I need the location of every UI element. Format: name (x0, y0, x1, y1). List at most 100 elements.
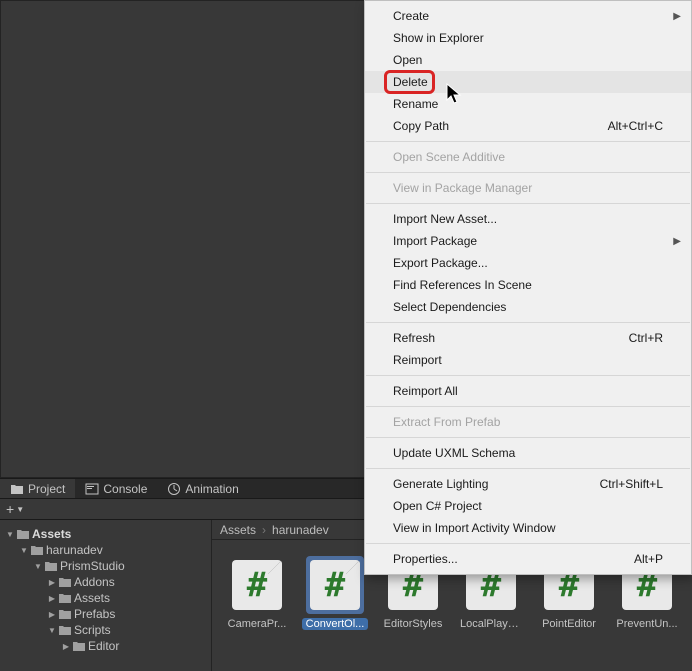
menu-label: Open C# Project (393, 499, 482, 513)
menu-label: Update UXML Schema (393, 446, 515, 460)
folder-icon (58, 592, 72, 604)
menu-item-view-in-import-activity-window[interactable]: View in Import Activity Window (365, 517, 691, 539)
tree-item[interactable]: ▶ Editor (0, 638, 211, 654)
tree-item[interactable]: ▶ Assets (0, 590, 211, 606)
menu-separator (366, 322, 690, 323)
menu-label: Open Scene Additive (393, 150, 505, 164)
folder-icon (30, 544, 44, 556)
folder-icon (58, 576, 72, 588)
tree-item[interactable]: ▼ PrismStudio (0, 558, 211, 574)
tree-item[interactable]: ▶ Prefabs (0, 606, 211, 622)
menu-label: Copy Path (393, 119, 449, 133)
add-button[interactable]: + ▼ (6, 501, 24, 517)
menu-item-find-references-in-scene[interactable]: Find References In Scene (365, 274, 691, 296)
menu-separator (366, 375, 690, 376)
chevron-right-icon: ▶ (673, 236, 681, 247)
breadcrumb-item[interactable]: harunadev (272, 523, 329, 537)
menu-label: Refresh (393, 331, 435, 345)
tree-label: Editor (88, 639, 119, 653)
asset-thumbnail: # (228, 556, 286, 614)
breadcrumb-item[interactable]: Assets (220, 523, 256, 537)
foldout-closed-icon[interactable]: ▶ (60, 642, 72, 651)
menu-item-copy-path[interactable]: Copy Path Alt+Ctrl+C (365, 115, 691, 137)
menu-label: Import New Asset... (393, 212, 497, 226)
menu-shortcut: Alt+Ctrl+C (608, 119, 663, 133)
foldout-closed-icon[interactable]: ▶ (46, 594, 58, 603)
tree-label: Scripts (74, 623, 111, 637)
tab-animation[interactable]: Animation (157, 479, 248, 498)
menu-separator (366, 203, 690, 204)
chevron-right-icon: › (262, 523, 266, 537)
foldout-open-icon[interactable]: ▼ (46, 626, 58, 635)
menu-label: Create (393, 9, 429, 23)
dropdown-icon: ▼ (16, 505, 24, 514)
menu-shortcut: Alt+P (634, 552, 663, 566)
menu-item-refresh[interactable]: Refresh Ctrl+R (365, 327, 691, 349)
tree-label: Prefabs (74, 607, 115, 621)
menu-item-export-package[interactable]: Export Package... (365, 252, 691, 274)
asset-label: PointEditor (536, 618, 602, 630)
folder-icon (44, 560, 58, 572)
tree-label: Assets (32, 527, 71, 541)
menu-item-show-in-explorer[interactable]: Show in Explorer (365, 27, 691, 49)
menu-label: Import Package (393, 234, 477, 248)
menu-item-open[interactable]: Open (365, 49, 691, 71)
asset-label: ConvertOl... (302, 618, 368, 630)
menu-label: Open (393, 53, 422, 67)
script-icon: # (232, 560, 282, 610)
menu-item-open-c-project[interactable]: Open C# Project (365, 495, 691, 517)
foldout-open-icon[interactable]: ▼ (4, 530, 16, 539)
foldout-open-icon[interactable]: ▼ (18, 546, 30, 555)
folder-icon (58, 624, 72, 636)
context-menu: Create ▶ Show in Explorer Open Delete Rename C… (364, 0, 692, 575)
menu-label: Show in Explorer (393, 31, 484, 45)
menu-label: Reimport All (393, 384, 458, 398)
tree-root[interactable]: ▼ Assets (0, 526, 211, 542)
menu-label: Select Dependencies (393, 300, 506, 314)
menu-label: View in Package Manager (393, 181, 532, 195)
menu-item-create[interactable]: Create ▶ (365, 5, 691, 27)
menu-item-import-new-asset[interactable]: Import New Asset... (365, 208, 691, 230)
tab-project[interactable]: Project (0, 479, 75, 498)
menu-label: Rename (393, 97, 438, 111)
tree-label: Assets (74, 591, 110, 605)
menu-label: Delete (393, 75, 428, 89)
asset-tile[interactable]: # ConvertOl... (302, 556, 368, 630)
menu-label: View in Import Activity Window (393, 521, 556, 535)
menu-item-delete[interactable]: Delete (365, 71, 691, 93)
asset-thumbnail: # (306, 556, 364, 614)
asset-label: EditorStyles (380, 618, 446, 630)
foldout-open-icon[interactable]: ▼ (32, 562, 44, 571)
plus-icon: + (6, 501, 14, 517)
tree-label: PrismStudio (60, 559, 125, 573)
chevron-right-icon: ▶ (673, 11, 681, 22)
foldout-closed-icon[interactable]: ▶ (46, 578, 58, 587)
asset-label: PreventUn... (614, 618, 680, 630)
menu-item-rename[interactable]: Rename (365, 93, 691, 115)
menu-item-reimport-all[interactable]: Reimport All (365, 380, 691, 402)
menu-label: Export Package... (393, 256, 488, 270)
menu-separator (366, 406, 690, 407)
tree-item[interactable]: ▼ Scripts (0, 622, 211, 638)
menu-shortcut: Ctrl+R (629, 331, 663, 345)
menu-item-update-uxml-schema[interactable]: Update UXML Schema (365, 442, 691, 464)
tab-console[interactable]: Console (75, 479, 157, 498)
foldout-closed-icon[interactable]: ▶ (46, 610, 58, 619)
tree-item[interactable]: ▼harunadev (0, 542, 211, 558)
asset-tile[interactable]: # CameraPr... (224, 556, 290, 630)
menu-label: Find References In Scene (393, 278, 532, 292)
asset-label: LocalPlaye... (458, 618, 524, 630)
tree-item[interactable]: ▶Addons (0, 574, 211, 590)
project-tree[interactable]: ▼ Assets ▼harunadev▼PrismStudio▶Addons▶A… (0, 520, 212, 671)
menu-label: Reimport (393, 353, 442, 367)
menu-item-generate-lighting[interactable]: Generate LightingCtrl+Shift+L (365, 473, 691, 495)
menu-separator (366, 172, 690, 173)
asset-label: CameraPr... (224, 618, 290, 630)
menu-item-reimport[interactable]: Reimport (365, 349, 691, 371)
menu-item-view-in-package-manager: View in Package Manager (365, 177, 691, 199)
tab-label: Console (103, 482, 147, 496)
menu-item-properties[interactable]: Properties...Alt+P (365, 548, 691, 570)
menu-item-select-dependencies[interactable]: Select Dependencies (365, 296, 691, 318)
menu-item-import-package[interactable]: Import Package ▶ (365, 230, 691, 252)
menu-item-open-scene-additive: Open Scene Additive (365, 146, 691, 168)
